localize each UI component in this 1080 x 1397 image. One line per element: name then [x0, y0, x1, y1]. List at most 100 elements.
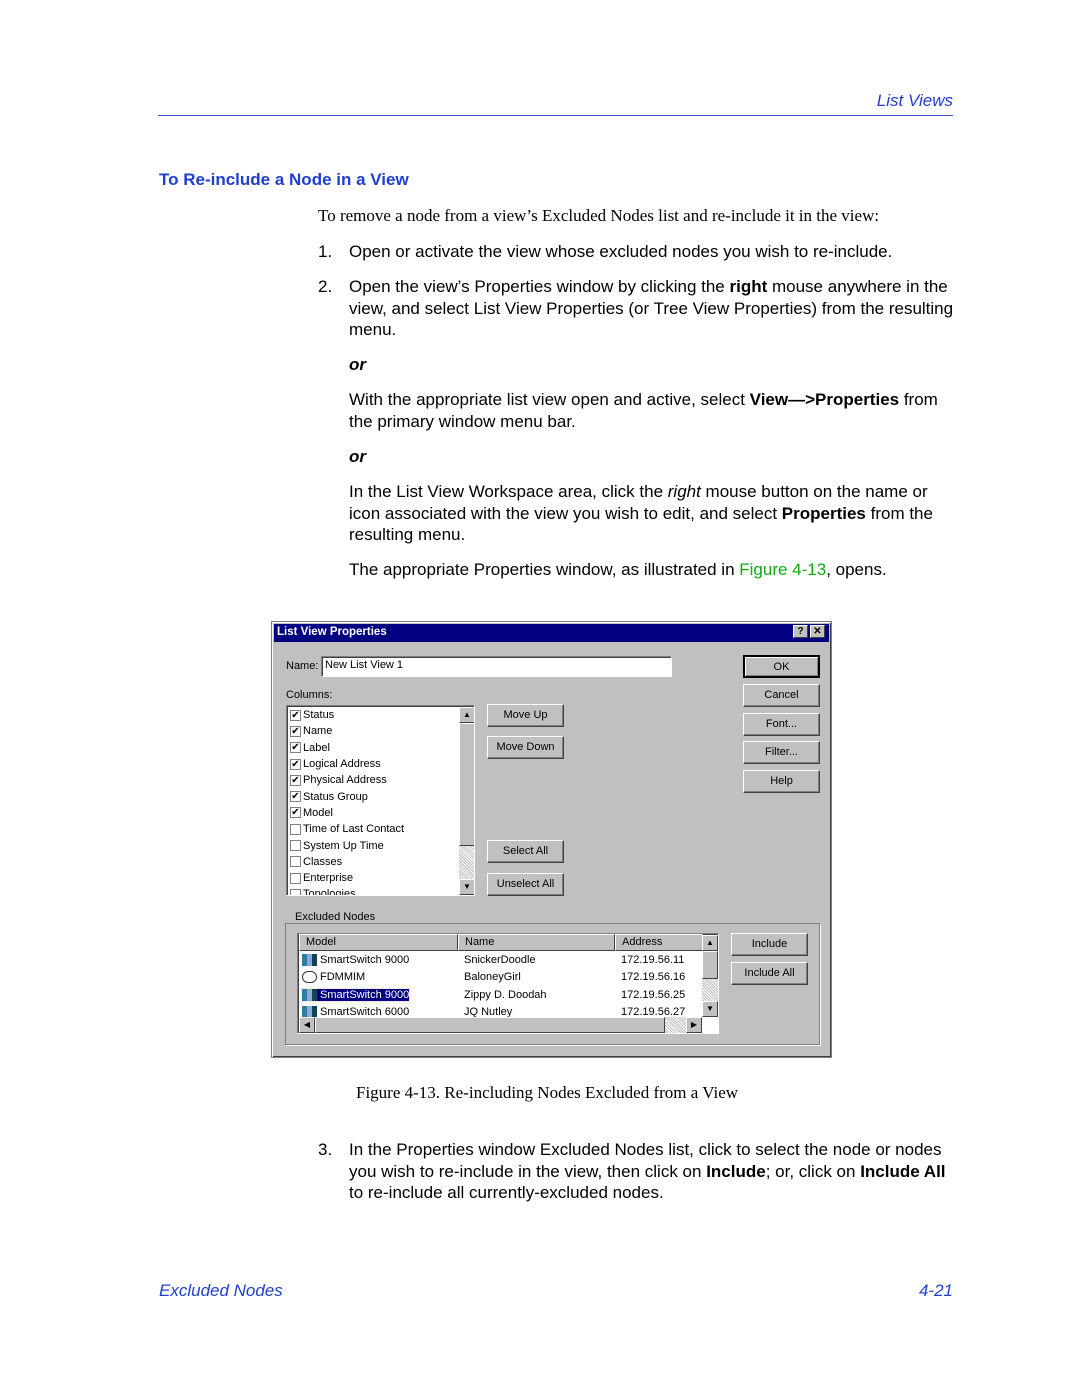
column-header-address[interactable]: Address	[615, 934, 703, 951]
column-option-label: Physical Address	[303, 774, 387, 787]
page-number: 4-21	[918, 1281, 953, 1300]
column-option-label: Topologies	[303, 888, 356, 896]
step-text: Open the view’s Properties window by cli…	[349, 277, 954, 339]
switch-icon	[302, 954, 317, 967]
cell-address: 172.19.56.16	[621, 971, 686, 984]
module-icon	[302, 971, 317, 984]
column-option[interactable]: Topologies	[290, 886, 356, 896]
name-label: Name:	[286, 660, 319, 672]
cell-name: SnickerDoodle	[464, 954, 536, 966]
or-label: or	[349, 355, 366, 374]
table-row[interactable]: FDMMIM BaloneyGirl 172.19.56.16	[300, 969, 700, 986]
select-all-button[interactable]: Select All	[487, 840, 564, 863]
vertical-scrollbar[interactable]: ▲ ▼	[702, 935, 718, 1017]
ok-button[interactable]: OK	[743, 655, 820, 678]
scroll-up-arrow-icon[interactable]: ▲	[702, 935, 718, 951]
footer-section: Excluded Nodes	[159, 1281, 283, 1300]
columns-listbox[interactable]: ▲ ▼ ✔ Status ✔ Name ✔ Label ✔ Logical Address ✔ P…	[286, 705, 475, 896]
excluded-nodes-list[interactable]: Model Name Address SmartSwitch 9000 Snic…	[297, 933, 719, 1034]
help-icon[interactable]: ?	[793, 625, 808, 638]
alt-text: With the appropriate list view open and …	[349, 390, 938, 431]
include-all-button[interactable]: Include All	[731, 962, 808, 985]
checkbox-checked-icon[interactable]: ✔	[290, 807, 301, 819]
running-header: List Views	[876, 91, 953, 110]
column-option[interactable]: Time of Last Contact	[290, 821, 404, 837]
scroll-thumb[interactable]	[702, 951, 718, 979]
checkbox-unchecked-icon[interactable]	[290, 840, 301, 852]
table-row[interactable]: SmartSwitch 9000 Zippy D. Doodah 172.19.…	[300, 987, 700, 1004]
scroll-down-arrow-icon[interactable]: ▼	[459, 879, 474, 895]
font-button[interactable]: Font...	[743, 713, 820, 736]
move-down-button[interactable]: Move Down	[487, 736, 564, 759]
unselect-all-button[interactable]: Unselect All	[487, 873, 564, 896]
checkbox-unchecked-icon[interactable]	[290, 823, 301, 835]
cancel-button[interactable]: Cancel	[743, 684, 820, 707]
step-number: 3.	[318, 1140, 333, 1159]
alt-text: In the List View Workspace area, click t…	[349, 482, 933, 544]
column-option-label: Status	[303, 709, 335, 722]
include-button[interactable]: Include	[731, 933, 808, 956]
column-option-label: Time of Last Contact	[303, 823, 405, 836]
section-heading: To Re-include a Node in a View	[159, 170, 409, 189]
list-view-properties-dialog: List View Properties ? ✕ Name: New List …	[271, 621, 832, 1058]
step-text: In the Properties window Excluded Nodes …	[349, 1140, 946, 1202]
cell-model: FDMMIM	[302, 971, 365, 984]
column-option-label: Classes	[303, 855, 343, 868]
column-option[interactable]: System Up Time	[290, 837, 384, 853]
cell-address: 172.19.56.11	[621, 954, 685, 966]
excluded-nodes-label: Excluded Nodes	[293, 911, 378, 923]
figure-link[interactable]: Figure 4-13	[739, 560, 826, 579]
column-option-label: Status Group	[303, 790, 368, 803]
checkbox-checked-icon[interactable]: ✔	[290, 774, 301, 786]
checkbox-unchecked-icon[interactable]	[290, 872, 301, 884]
checkbox-checked-icon[interactable]: ✔	[290, 791, 301, 803]
column-option-label: System Up Time	[303, 839, 384, 852]
move-up-button[interactable]: Move Up	[487, 704, 564, 727]
scroll-down-arrow-icon[interactable]: ▼	[702, 1001, 718, 1017]
column-option-label: Model	[303, 806, 333, 819]
column-option[interactable]: ✔ Status Group	[290, 789, 368, 805]
checkbox-unchecked-icon[interactable]	[290, 888, 301, 895]
column-header-name[interactable]: Name	[458, 934, 615, 951]
column-option[interactable]: ✔ Logical Address	[290, 756, 381, 772]
close-icon[interactable]: ✕	[810, 625, 825, 638]
figure-caption: Figure 4-13. Re-including Nodes Excluded…	[356, 1083, 739, 1102]
scroll-up-arrow-icon[interactable]: ▲	[459, 707, 474, 723]
checkbox-checked-icon[interactable]: ✔	[290, 725, 301, 737]
cell-name: BaloneyGirl	[464, 971, 521, 984]
column-option[interactable]: Classes	[290, 854, 342, 870]
column-option[interactable]: ✔ Model	[290, 805, 333, 821]
column-option[interactable]: ✔ Status	[290, 707, 334, 723]
column-option-label: Enterprise	[303, 872, 354, 885]
table-row[interactable]: SmartSwitch 9000 SnickerDoodle 172.19.56…	[300, 952, 700, 969]
column-option[interactable]: Enterprise	[290, 870, 353, 886]
scroll-thumb[interactable]	[315, 1017, 665, 1033]
scroll-thumb[interactable]	[459, 723, 474, 846]
checkbox-checked-icon[interactable]: ✔	[290, 709, 301, 721]
cell-name: Zippy D. Doodah	[464, 988, 547, 1001]
filter-button[interactable]: Filter...	[743, 741, 820, 764]
name-input[interactable]: New List View 1	[321, 656, 672, 677]
checkbox-unchecked-icon[interactable]	[290, 856, 301, 868]
column-option[interactable]: ✔ Physical Address	[290, 772, 387, 788]
cell-model: SmartSwitch 9000	[300, 987, 411, 1002]
or-label: or	[349, 447, 366, 466]
column-header-model[interactable]: Model	[299, 934, 458, 951]
step-number: 2.	[318, 277, 333, 296]
dialog-title-bar: List View Properties	[274, 624, 829, 642]
header-rule	[158, 115, 953, 116]
scroll-left-arrow-icon[interactable]: ◀	[299, 1017, 315, 1033]
columns-scrollbar[interactable]: ▲ ▼	[459, 707, 474, 895]
horizontal-scrollbar[interactable]: ◀ ▶	[299, 1017, 702, 1033]
checkbox-checked-icon[interactable]: ✔	[290, 742, 301, 754]
result-text: The appropriate Properties window, as il…	[349, 560, 887, 579]
checkbox-checked-icon[interactable]: ✔	[290, 758, 301, 770]
column-option[interactable]: ✔ Label	[290, 740, 330, 756]
column-option[interactable]: ✔ Name	[290, 723, 332, 739]
step-text: Open or activate the view whose excluded…	[349, 242, 893, 261]
column-option-label: Label	[303, 741, 330, 754]
scroll-right-arrow-icon[interactable]: ▶	[686, 1017, 702, 1033]
columns-label: Columns:	[286, 689, 333, 701]
switch-icon	[302, 988, 317, 1001]
help-button[interactable]: Help	[743, 770, 820, 793]
